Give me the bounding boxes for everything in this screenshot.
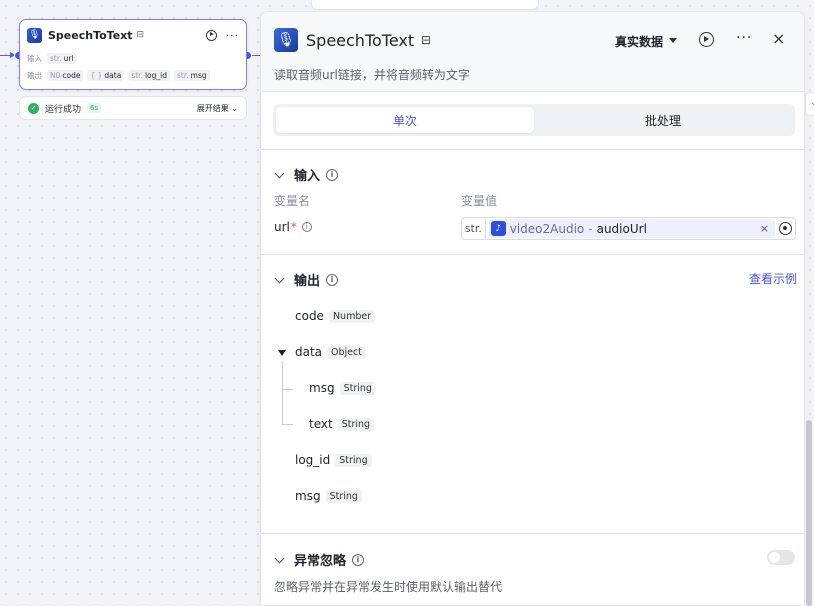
tab-batch[interactable]: 批处理 [534, 107, 792, 133]
reference-separator: - [588, 221, 593, 236]
check-circle-icon: ✓ [28, 102, 39, 114]
variable-value-header: 变量值 [461, 194, 498, 208]
chevron-down-icon[interactable] [274, 553, 285, 563]
tree-line [282, 424, 293, 425]
caret-down-icon[interactable] [278, 350, 286, 356]
caret-down-icon[interactable] [669, 38, 677, 43]
type-tag: String [335, 453, 372, 467]
close-icon[interactable]: × [772, 29, 785, 48]
tree-line [282, 361, 283, 424]
divider [261, 254, 804, 255]
microphone-icon: 🎙 [27, 27, 42, 43]
run-status-bar: ✓ 运行成功 6s 展开结果 ⌄ [19, 96, 247, 120]
node-title: SpeechToText [48, 28, 133, 42]
right-edge-node-stub: ⌄ [805, 92, 814, 116]
output-section-title: 输出 [294, 274, 321, 289]
tree-line [282, 389, 293, 390]
required-mark: * [290, 220, 297, 234]
ignore-exception-header[interactable]: 异常忽略 i [274, 550, 365, 569]
run-mode-tabs: 单次 批处理 [273, 104, 795, 136]
reference-chip[interactable]: ♪ video2Audio - audioUrl × [488, 219, 776, 238]
node-input-row: 输入 str. url [20, 50, 246, 67]
tiktok-icon: ♪ [490, 221, 506, 236]
output-field-code: code Number [295, 309, 376, 323]
node-output-tag: str. msg [174, 70, 210, 81]
panel-header: 🎙 SpeechToText ⊟ 真实数据 ··· × 读取音频url链接，并将… [261, 12, 804, 92]
node-config-panel: 🎙 SpeechToText ⊟ 真实数据 ··· × 读取音频url链接，并将… [260, 11, 805, 606]
run-node-icon[interactable] [205, 29, 217, 41]
clear-reference-icon[interactable]: × [760, 222, 769, 235]
background-node-card [311, 0, 539, 10]
type-tag: String [339, 381, 376, 395]
type-tag: Number [328, 309, 376, 323]
variable-name-header: 变量名 [274, 194, 311, 208]
store-icon: ⊟ [136, 30, 145, 40]
output-field-msg: msg String [295, 489, 362, 503]
info-icon[interactable]: i [352, 553, 365, 566]
input-section-title: 输入 [294, 169, 321, 184]
divider [261, 533, 804, 534]
run-time-badge: 6s [87, 103, 102, 113]
node-output-tag: str. log_id [128, 70, 170, 81]
expand-result-button[interactable]: 展开结果 ⌄ [197, 103, 238, 114]
more-icon[interactable]: ··· [736, 30, 752, 46]
output-field-log-id: log_id String [295, 453, 372, 467]
output-field-data-msg: msg String [309, 381, 376, 395]
reference-picker-icon[interactable] [779, 222, 792, 235]
output-field-data: data Object [295, 345, 366, 359]
type-tag: Object [327, 345, 366, 359]
url-value-reference-field[interactable]: str. ♪ video2Audio - audioUrl × [461, 217, 796, 240]
ignore-exception-toggle[interactable] [767, 550, 795, 565]
chevron-down-icon[interactable] [274, 273, 285, 283]
speech-to-text-node[interactable]: 🎙 SpeechToText ⊟ ··· 输入 str. url 输出 N0 cod… [19, 19, 247, 90]
run-status-text: 运行成功 [45, 104, 82, 115]
info-icon[interactable]: i [326, 168, 339, 181]
node-input-label: 输入 [27, 54, 42, 63]
output-field-data-text: text String [309, 417, 375, 431]
reference-node-name: video2Audio [509, 221, 585, 236]
panel-scrollbar[interactable] [806, 420, 812, 606]
reference-variable-name: audioUrl [596, 221, 647, 236]
type-tag: String [337, 417, 375, 431]
more-icon[interactable]: ··· [226, 29, 240, 42]
ignore-exception-title: 异常忽略 [294, 554, 347, 569]
tab-single[interactable]: 单次 [276, 107, 534, 133]
chevron-down-icon[interactable] [274, 168, 285, 178]
node-input-tag: str. url [47, 53, 77, 64]
info-icon[interactable]: i [301, 222, 312, 232]
view-example-link[interactable]: 查看示例 [749, 270, 797, 287]
node-output-tag: { } data [87, 70, 125, 81]
node-header: 🎙 SpeechToText ⊟ ··· [20, 20, 246, 50]
ignore-exception-description: 忽略异常并在异常发生时使用默认输出替代 [274, 580, 503, 594]
node-output-row: 输出 N0 code { } data str. log_id str. msg [20, 67, 246, 84]
microphone-icon: 🎙 [274, 28, 298, 52]
input-var-url: url * i [274, 220, 312, 234]
node-output-label: 输出 [27, 71, 42, 80]
divider [261, 149, 804, 150]
panel-title: SpeechToText [306, 31, 415, 50]
info-icon[interactable]: i [326, 273, 339, 286]
run-node-icon[interactable] [699, 32, 714, 47]
node-output-tag: N0 code [47, 70, 84, 81]
value-type-selector[interactable]: str. [462, 218, 486, 239]
output-section-header[interactable]: 输出 i [274, 270, 339, 289]
incoming-edge [0, 52, 16, 58]
store-icon: ⊟ [421, 33, 432, 47]
input-section-header[interactable]: 输入 i [274, 165, 339, 184]
data-mode-select[interactable]: 真实数据 [615, 33, 663, 50]
type-tag: String [325, 489, 362, 503]
panel-description: 读取音频url链接，并将音频转为文字 [274, 68, 470, 82]
